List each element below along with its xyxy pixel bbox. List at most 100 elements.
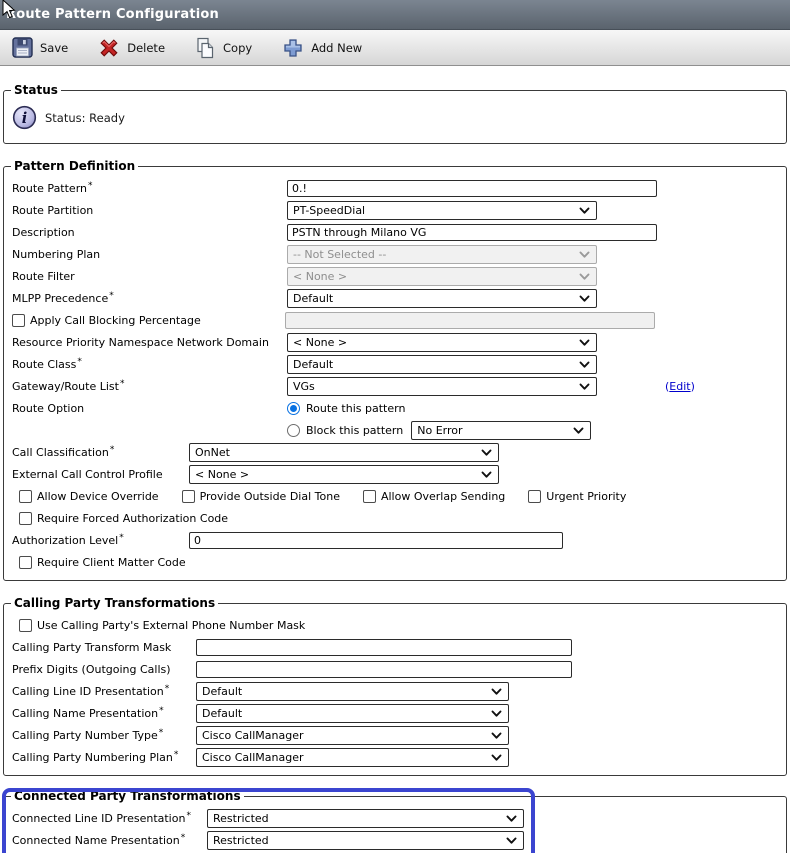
route-filter-row: Route Filter < None > <box>10 265 780 287</box>
call-classification-label: Call Classification* <box>12 445 189 459</box>
chevron-down-icon <box>491 754 502 762</box>
block-this-pattern-radio[interactable] <box>287 424 300 437</box>
add-new-button-label: Add New <box>311 41 362 55</box>
numbering-plan-value: -- Not Selected -- <box>293 248 386 261</box>
connected-line-id-label: Connected Line ID Presentation* <box>12 811 207 825</box>
authorization-level-label: Authorization Level* <box>12 533 189 547</box>
external-call-control-label: External Call Control Profile <box>12 467 189 481</box>
calling-party-numbering-plan-value: Cisco CallManager <box>202 751 304 764</box>
route-filter-value: < None > <box>293 270 347 283</box>
call-blocking-label-wrap: Apply Call Blocking Percentage <box>12 313 285 327</box>
call-classification-value: OnNet <box>195 446 230 459</box>
calling-party-numbering-plan-select[interactable]: Cisco CallManager <box>196 748 509 767</box>
route-partition-label: Route Partition <box>12 203 287 217</box>
require-cmc-option: Require Client Matter Code <box>10 551 780 573</box>
resource-priority-select[interactable]: < None > <box>287 333 597 352</box>
route-partition-row: Route Partition PT-SpeedDial <box>10 199 780 221</box>
title-bar: Route Pattern Configuration <box>0 0 790 30</box>
prefix-digits-input[interactable] <box>196 661 572 678</box>
edit-link[interactable]: Edit <box>669 380 690 393</box>
allow-device-override-label: Allow Device Override <box>37 489 159 503</box>
calling-name-presentation-select[interactable]: Default <box>196 704 509 723</box>
route-pattern-input[interactable] <box>287 180 657 197</box>
route-class-row: Route Class* Default <box>10 353 780 375</box>
calling-party-number-type-value: Cisco CallManager <box>202 729 304 742</box>
chevron-down-icon <box>579 273 590 281</box>
route-filter-label: Route Filter <box>12 269 287 283</box>
require-cmc-checkbox[interactable] <box>19 556 32 569</box>
gateway-route-list-select[interactable]: VGs <box>287 377 597 396</box>
chevron-down-icon <box>491 688 502 696</box>
external-call-control-row: External Call Control Profile < None > <box>10 463 780 485</box>
provide-outside-dial-tone-checkbox[interactable] <box>182 490 195 503</box>
description-row: Description <box>10 221 780 243</box>
connected-name-presentation-select[interactable]: Restricted <box>207 831 524 850</box>
delete-icon <box>98 37 120 59</box>
status-section: Status i Status: Ready <box>3 83 787 144</box>
chevron-down-icon <box>491 732 502 740</box>
route-class-select[interactable]: Default <box>287 355 597 374</box>
call-classification-select[interactable]: OnNet <box>189 443 499 462</box>
mlpp-precedence-row: MLPP Precedence* Default <box>10 287 780 309</box>
use-mask-label: Use Calling Party's External Phone Numbe… <box>37 618 305 632</box>
status-legend: Status <box>11 83 61 97</box>
calling-line-id-row: Calling Line ID Presentation* Default <box>10 680 780 702</box>
calling-name-presentation-row: Calling Name Presentation* Default <box>10 702 780 724</box>
mlpp-precedence-label: MLPP Precedence* <box>12 291 287 305</box>
route-option-label: Route Option <box>12 397 287 415</box>
transform-mask-input[interactable] <box>196 639 572 656</box>
route-this-pattern-radio[interactable] <box>287 402 300 415</box>
mlpp-precedence-select[interactable]: Default <box>287 289 597 308</box>
block-this-pattern-label: Block this pattern <box>306 424 403 437</box>
call-blocking-row: Apply Call Blocking Percentage <box>10 309 780 331</box>
external-call-control-value: < None > <box>195 468 249 481</box>
route-filter-select: < None > <box>287 267 597 286</box>
block-reason-select[interactable]: No Error <box>411 421 591 440</box>
route-class-value: Default <box>293 358 333 371</box>
urgent-priority-checkbox[interactable] <box>528 490 541 503</box>
numbering-plan-select: -- Not Selected -- <box>287 245 597 264</box>
calling-line-id-label: Calling Line ID Presentation* <box>12 684 196 698</box>
chevron-down-icon <box>481 449 492 457</box>
chevron-down-icon <box>579 361 590 369</box>
add-new-icon <box>282 37 304 59</box>
route-partition-select[interactable]: PT-SpeedDial <box>287 201 597 220</box>
use-external-mask-checkbox[interactable] <box>19 619 32 632</box>
connected-name-presentation-row: Connected Name Presentation* Restricted <box>10 829 780 851</box>
add-new-button[interactable]: Add New <box>282 37 362 59</box>
calling-party-numbering-plan-label: Calling Party Numbering Plan* <box>12 750 196 764</box>
allow-overlap-sending-checkbox[interactable] <box>363 490 376 503</box>
chevron-down-icon <box>579 251 590 259</box>
authorization-level-input[interactable] <box>189 532 563 549</box>
calling-party-number-type-select[interactable]: Cisco CallManager <box>196 726 509 745</box>
chevron-down-icon <box>491 710 502 718</box>
chevron-down-icon <box>506 837 517 845</box>
require-cmc-label: Require Client Matter Code <box>37 555 186 569</box>
apply-call-blocking-checkbox[interactable] <box>12 314 25 327</box>
prefix-digits-row: Prefix Digits (Outgoing Calls) <box>10 658 780 680</box>
allow-device-override-checkbox[interactable] <box>19 490 32 503</box>
resource-priority-row: Resource Priority Namespace Network Doma… <box>10 331 780 353</box>
description-input[interactable] <box>287 224 657 241</box>
calling-name-presentation-label: Calling Name Presentation* <box>12 706 196 720</box>
require-fac-checkbox[interactable] <box>19 512 32 525</box>
route-this-pattern-option: Route this pattern <box>287 397 591 419</box>
description-label: Description <box>12 225 287 239</box>
connected-line-id-select[interactable]: Restricted <box>207 809 524 828</box>
mouse-cursor-icon <box>1 0 19 20</box>
chevron-down-icon <box>573 427 584 435</box>
route-pattern-label: Route Pattern* <box>12 181 287 195</box>
save-button[interactable]: Save <box>12 37 68 58</box>
authorization-level-row: Authorization Level* <box>10 529 780 551</box>
connected-line-id-value: Restricted <box>213 812 269 825</box>
gateway-route-list-value: VGs <box>293 380 315 393</box>
calling-party-number-type-label: Calling Party Number Type* <box>12 728 196 742</box>
route-partition-value: PT-SpeedDial <box>293 204 365 217</box>
external-call-control-select[interactable]: < None > <box>189 465 499 484</box>
copy-button[interactable]: Copy <box>195 37 252 59</box>
calling-line-id-select[interactable]: Default <box>196 682 509 701</box>
chevron-down-icon <box>481 471 492 479</box>
calling-party-legend: Calling Party Transformations <box>11 596 218 610</box>
chevron-down-icon <box>579 383 590 391</box>
delete-button[interactable]: Delete <box>98 37 165 59</box>
